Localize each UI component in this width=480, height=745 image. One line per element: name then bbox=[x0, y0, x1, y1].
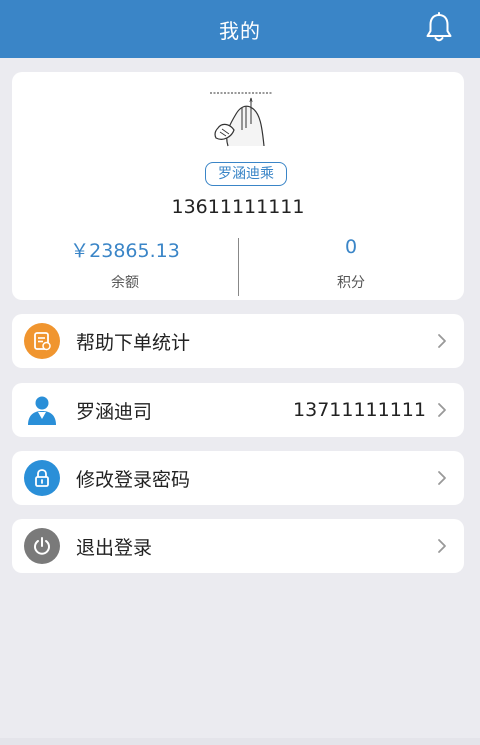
phone-number: 13611111111 bbox=[171, 196, 305, 218]
chevron-right-icon bbox=[438, 471, 446, 485]
driver-phone: 13711111111 bbox=[293, 399, 426, 421]
lock-icon bbox=[24, 460, 60, 496]
points-value: 0 bbox=[344, 236, 358, 258]
avatar[interactable] bbox=[202, 84, 276, 152]
points-stat[interactable]: 0 积分 bbox=[238, 236, 464, 292]
nickname-badge: 罗涵迪乘 bbox=[205, 162, 287, 186]
power-icon bbox=[24, 528, 60, 564]
driver-user-icon bbox=[24, 392, 60, 428]
top-bar: 我的 bbox=[0, 0, 480, 58]
chevron-right-icon bbox=[438, 334, 446, 348]
profile-card: 罗涵迪乘 13611111111 ￥23865.13 余额 0 积分 bbox=[12, 72, 464, 300]
menu-item-driver[interactable]: 罗涵迪司 13711111111 bbox=[12, 383, 464, 437]
menu-item-change-password[interactable]: 修改登录密码 bbox=[12, 451, 464, 505]
menu-item-label: 修改登录密码 bbox=[76, 468, 191, 491]
chevron-right-icon bbox=[438, 539, 446, 553]
page-title: 我的 bbox=[219, 18, 261, 43]
order-stats-icon bbox=[24, 323, 60, 359]
balance-stat[interactable]: ￥23865.13 余额 bbox=[12, 236, 238, 292]
chevron-right-icon bbox=[438, 403, 446, 417]
points-label: 积分 bbox=[337, 275, 365, 291]
balance-label: 余额 bbox=[111, 275, 139, 291]
menu-item-logout[interactable]: 退出登录 bbox=[12, 519, 464, 573]
menu-item-label: 罗涵迪司 bbox=[76, 400, 153, 423]
menu-item-label: 帮助下单统计 bbox=[76, 331, 191, 354]
bell-icon[interactable] bbox=[424, 12, 454, 44]
bottom-tab-bar-edge bbox=[0, 738, 480, 745]
menu-item-label: 退出登录 bbox=[76, 536, 153, 559]
menu-item-order-stats[interactable]: 帮助下单统计 bbox=[12, 314, 464, 368]
balance-value: ￥23865.13 bbox=[70, 240, 180, 262]
